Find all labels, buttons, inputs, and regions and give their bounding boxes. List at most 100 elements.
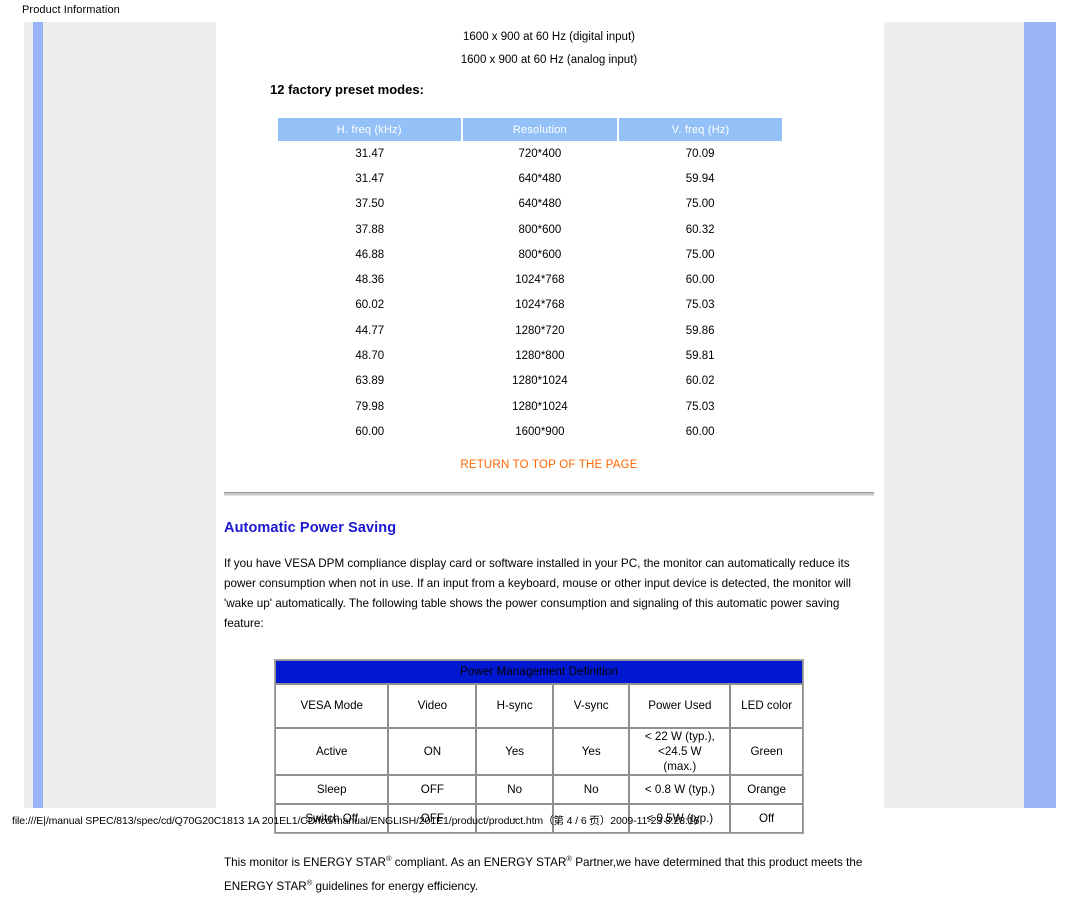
cell-hfreq: 37.50 [355, 198, 385, 211]
preset-modes-heading: 12 factory preset modes: [270, 82, 424, 97]
cell-vfreq: 75.03 [685, 400, 715, 413]
cell-resolution: 720*400 [518, 147, 562, 160]
cell-hfreq: 31.47 [355, 172, 385, 185]
cell-vfreq: 59.86 [685, 324, 715, 337]
cell-hfreq: 60.00 [355, 425, 385, 438]
table-row: 31.47 720*400 70.09 [278, 141, 782, 166]
preset-col-hfreq: H. freq (kHz) [278, 118, 463, 141]
pm-cell-power: < 0.8 W (typ.) [629, 774, 731, 804]
cell-vfreq: 60.32 [685, 223, 715, 236]
table-row: Sleep OFF No No < 0.8 W (typ.) Orange [275, 774, 803, 804]
pm-cell-vsync: Yes [552, 727, 630, 775]
power-management-table: Power Management Definition VESA Mode Vi… [274, 658, 804, 834]
cell-vfreq: 59.94 [685, 172, 715, 185]
pm-col-video: Video [388, 683, 477, 728]
power-saving-paragraph: If you have VESA DPM compliance display … [224, 556, 851, 630]
right-accent-bar [1024, 22, 1056, 808]
energy-star-text-1: This monitor is ENERGY STAR [224, 855, 386, 869]
energy-star-text-5: guidelines for energy efficiency. [312, 880, 479, 894]
table-row: 44.77 1280*720 59.86 [278, 318, 782, 343]
pm-power-line-2: (max.) [663, 759, 697, 773]
preset-col-vfreq: V. freq (Hz) [618, 118, 782, 141]
cell-hfreq: 46.88 [355, 248, 385, 261]
cell-resolution: 1024*768 [515, 299, 565, 312]
pm-col-vesa-mode: VESA Mode [275, 683, 389, 728]
pm-title-row: Power Management Definition [275, 659, 803, 684]
table-row: 31.47 640*480 59.94 [278, 166, 782, 191]
print-footer-path: file:///E|/manual SPEC/813/spec/cd/Q70G2… [12, 815, 700, 827]
horizontal-divider [224, 491, 874, 496]
pm-cell-led: Orange [730, 774, 803, 804]
pm-col-led-color: LED color [730, 683, 803, 728]
pm-cell-hsync: Yes [476, 727, 553, 775]
energy-star-text-2: compliant. As an ENERGY STAR [391, 855, 567, 869]
left-sidebar-panel [24, 22, 216, 808]
pm-col-hsync: H-sync [476, 683, 553, 728]
cell-hfreq: 48.36 [355, 274, 385, 287]
return-to-top-link[interactable]: RETURN TO TOP OF THE PAGE [216, 459, 882, 471]
pm-cell-power: < 22 W (typ.), <24.5 W (max.) [629, 727, 731, 775]
cell-resolution: 1280*800 [515, 350, 565, 363]
page-title-automatic-power-saving: Automatic Power Saving [224, 519, 397, 536]
cell-vfreq: 60.00 [685, 425, 715, 438]
pm-cell-video: ON [388, 727, 477, 775]
pm-header-row: VESA Mode Video H-sync V-sync Power Used… [275, 683, 803, 728]
cell-resolution: 1024*768 [515, 274, 565, 287]
pm-power-line-1: < 22 W (typ.), <24.5 W [644, 729, 715, 758]
energy-star-text-3: Partner,we have determined that this [571, 855, 766, 869]
cell-vfreq: 60.02 [685, 375, 715, 388]
document-frame: 1600 x 900 at 60 Hz (digital input) 1600… [24, 22, 1056, 893]
pm-cell-mode: Sleep [275, 774, 389, 804]
cell-resolution: 800*600 [518, 223, 562, 236]
mode-line-analog: 1600 x 900 at 60 Hz (analog input) [460, 54, 638, 66]
cell-hfreq: 31.47 [355, 147, 385, 160]
pm-table-title: Power Management Definition [275, 659, 803, 684]
cell-hfreq: 44.77 [355, 324, 385, 337]
preset-table-header-row: H. freq (kHz) Resolution V. freq (Hz) [278, 118, 782, 141]
cell-hfreq: 37.88 [355, 223, 385, 236]
cell-hfreq: 60.02 [355, 299, 385, 312]
content-pane: 1600 x 900 at 60 Hz (digital input) 1600… [216, 22, 882, 893]
cell-resolution: 1280*1024 [512, 400, 568, 413]
cell-hfreq: 79.98 [355, 400, 385, 413]
pm-cell-vsync: No [552, 774, 630, 804]
pm-col-vsync: V-sync [552, 683, 630, 728]
table-row: 37.88 800*600 60.32 [278, 217, 782, 242]
cell-vfreq: 75.03 [685, 299, 715, 312]
table-row: 79.98 1280*1024 75.03 [278, 394, 782, 419]
table-row: 63.89 1280*1024 60.02 [278, 369, 782, 394]
left-accent-bar [33, 22, 43, 808]
pm-cell-video: OFF [388, 774, 477, 804]
cell-hfreq: 48.70 [355, 350, 385, 363]
energy-star-paragraph: This monitor is ENERGY STAR® compliant. … [224, 848, 874, 897]
print-header-title: Product Information [22, 4, 120, 16]
preset-col-resolution: Resolution [461, 118, 620, 141]
table-row: Active ON Yes Yes < 22 W (typ.), <24.5 W… [275, 727, 803, 775]
cell-resolution: 1600*900 [515, 425, 565, 438]
table-row: 60.00 1600*900 60.00 [278, 419, 782, 444]
cell-vfreq: 59.81 [685, 350, 715, 363]
preset-modes-table: H. freq (kHz) Resolution V. freq (Hz) 31… [278, 118, 782, 445]
table-row: 48.70 1280*800 59.81 [278, 343, 782, 368]
power-management-table-wrap: Power Management Definition VESA Mode Vi… [274, 658, 882, 834]
pm-cell-mode: Active [275, 727, 389, 775]
pm-cell-led: Green [730, 727, 803, 775]
table-row: 60.02 1024*768 75.03 [278, 293, 782, 318]
cell-resolution: 640*480 [518, 198, 562, 211]
pm-cell-hsync: No [476, 774, 553, 804]
table-row: 46.88 800*600 75.00 [278, 242, 782, 267]
pm-col-power-used: Power Used [629, 683, 731, 728]
pm-cell-led: Off [730, 803, 803, 833]
cell-vfreq: 70.09 [685, 147, 715, 160]
content-inner: 1600 x 900 at 60 Hz (digital input) 1600… [216, 22, 882, 897]
table-row: 37.50 640*480 75.00 [278, 192, 782, 217]
cell-resolution: 800*600 [518, 248, 562, 261]
mode-line-digital: 1600 x 900 at 60 Hz (digital input) [463, 31, 635, 43]
table-row: 48.36 1024*768 60.00 [278, 267, 782, 292]
cell-vfreq: 75.00 [685, 198, 715, 211]
cell-resolution: 1280*720 [515, 324, 565, 337]
cell-hfreq: 63.89 [355, 375, 385, 388]
cell-resolution: 1280*1024 [512, 375, 568, 388]
cell-resolution: 640*480 [518, 172, 562, 185]
cell-vfreq: 75.00 [685, 248, 715, 261]
